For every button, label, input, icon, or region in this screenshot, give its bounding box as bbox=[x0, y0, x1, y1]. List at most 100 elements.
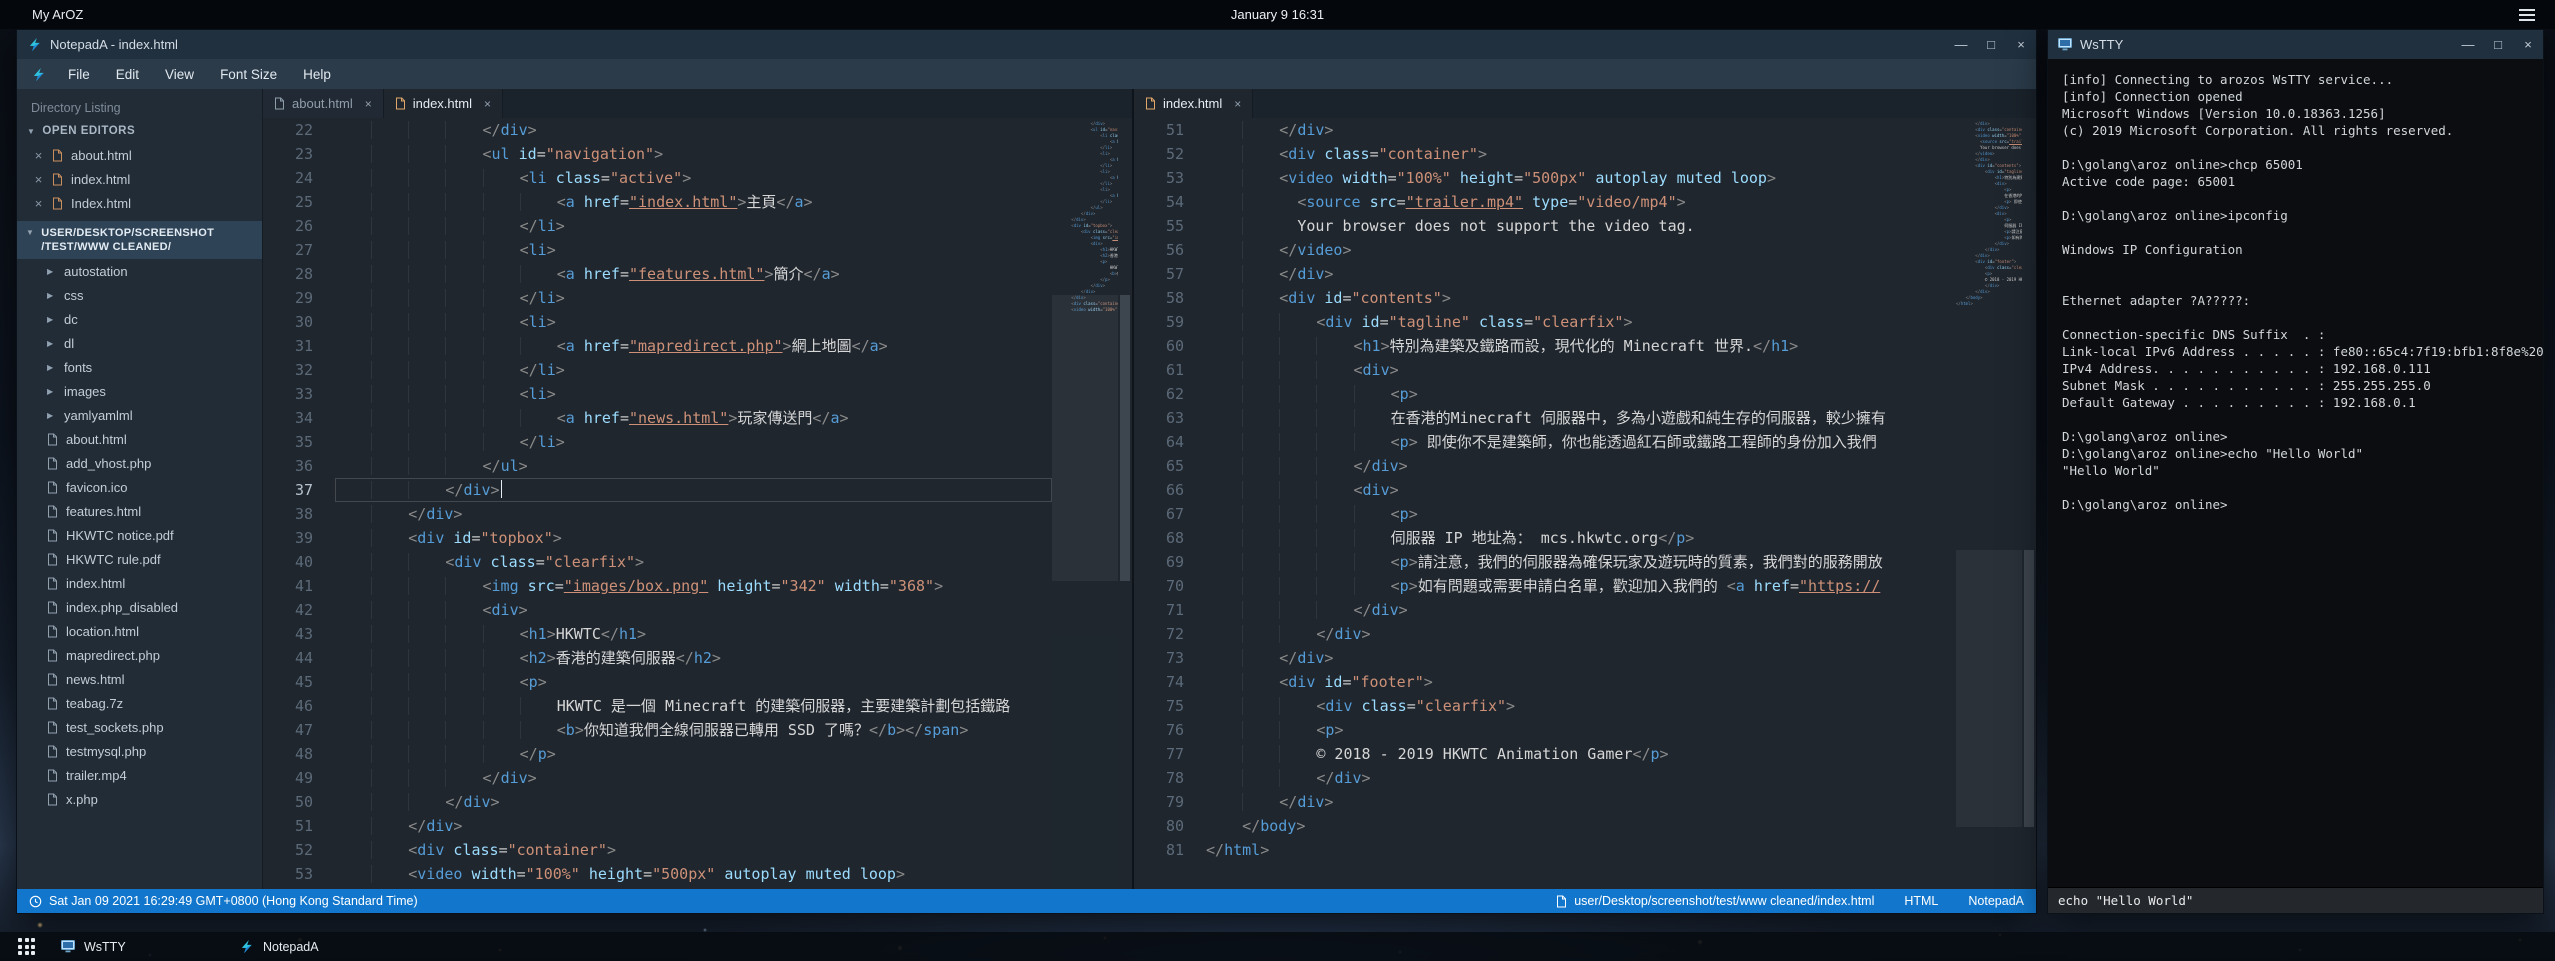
menu-help[interactable]: Help bbox=[291, 62, 343, 87]
sidebar-file-HKWTC-notice.pdf[interactable]: HKWTC notice.pdf bbox=[17, 523, 262, 547]
code-line[interactable]: <li> bbox=[335, 310, 1052, 334]
code-line[interactable]: <source src="trailer.mp4" type="video/mp… bbox=[1206, 190, 1956, 214]
notepada-titlebar[interactable]: NotepadA - index.html — □ × bbox=[17, 30, 2036, 59]
tab-index.html[interactable]: index.html× bbox=[384, 89, 503, 118]
code-line[interactable]: </div> bbox=[335, 766, 1052, 790]
code-line[interactable]: <div id="contents"> bbox=[1206, 286, 1956, 310]
status-file-path[interactable]: user/Desktop/screenshot/test/www cleaned… bbox=[1556, 894, 1874, 908]
sidebar-file-testmysql.php[interactable]: testmysql.php bbox=[17, 739, 262, 763]
code-line[interactable]: </body> bbox=[1206, 814, 1956, 838]
sidebar-file-test-sockets.php[interactable]: test_sockets.php bbox=[17, 715, 262, 739]
code-line[interactable]: HKWTC 是一個 Minecraft 的建築伺服器，主要建築計劃包括鐵路 bbox=[335, 694, 1052, 718]
code-line[interactable]: </video> bbox=[1206, 238, 1956, 262]
close-editor-icon[interactable]: × bbox=[33, 196, 44, 211]
sidebar-folder-yamlyamlml[interactable]: ▶yamlyamlml bbox=[17, 403, 262, 427]
code-line[interactable]: <p>請注意，我們的伺服器為確保玩家及遊玩時的質素，我們對的服務開放 bbox=[1206, 550, 1956, 574]
code-line[interactable]: </div> bbox=[1206, 118, 1956, 142]
code-line[interactable]: 伺服器 IP 地址為： mcs.hkwtc.org</p> bbox=[1206, 526, 1956, 550]
menu-view[interactable]: View bbox=[153, 62, 206, 87]
sidebar-folder-autostation[interactable]: ▶autostation bbox=[17, 259, 262, 283]
minimap-right[interactable]: </div> <div class="container"> <video wi… bbox=[1956, 118, 2022, 889]
code-line[interactable]: </div> bbox=[1206, 646, 1956, 670]
code-line[interactable]: <h1>HKWTC</h1> bbox=[335, 622, 1052, 646]
sidebar-file-news.html[interactable]: news.html bbox=[17, 667, 262, 691]
workspace-folder-header[interactable]: ▼ USER/DESKTOP/SCREENSHOT /TEST/WWW CLEA… bbox=[17, 221, 262, 259]
sidebar-file-trailer.mp4[interactable]: trailer.mp4 bbox=[17, 763, 262, 787]
code-line[interactable]: </div> bbox=[1206, 622, 1956, 646]
code-line[interactable]: © 2018 - 2019 HKWTC Animation Gamer</p> bbox=[1206, 742, 1956, 766]
code-line[interactable]: <li> bbox=[335, 382, 1052, 406]
code-line[interactable]: <li> bbox=[335, 238, 1052, 262]
taskbar-item-notepada[interactable]: NotepadA bbox=[227, 935, 405, 958]
status-app-name[interactable]: NotepadA bbox=[1968, 894, 2024, 908]
code-line[interactable]: </li> bbox=[335, 358, 1052, 382]
sidebar-folder-fonts[interactable]: ▶fonts bbox=[17, 355, 262, 379]
code-line[interactable]: <p> bbox=[335, 670, 1052, 694]
code-line[interactable]: 在香港的Minecraft 伺服器中，多為小遊戲和純生存的伺服器，較少擁有 bbox=[1206, 406, 1956, 430]
code-line[interactable]: <p> bbox=[1206, 382, 1956, 406]
code-line[interactable]: <div class="clearfix"> bbox=[1206, 694, 1956, 718]
code-line[interactable]: </div> bbox=[1206, 454, 1956, 478]
code-line[interactable]: <b>你知道我們全線伺服器已轉用 SSD 了嗎？</b></span> bbox=[335, 718, 1052, 742]
menu-file[interactable]: File bbox=[56, 62, 102, 87]
sidebar-folder-css[interactable]: ▶css bbox=[17, 283, 262, 307]
code-line[interactable]: <a href="index.html">主頁</a> bbox=[335, 190, 1052, 214]
open-editors-header[interactable]: ▼ OPEN EDITORS bbox=[17, 119, 262, 143]
code-line[interactable]: <a href="features.html">簡介</a> bbox=[335, 262, 1052, 286]
code-line[interactable]: <a href="mapredirect.php">網上地圖</a> bbox=[335, 334, 1052, 358]
sidebar-file-location.html[interactable]: location.html bbox=[17, 619, 262, 643]
code-line[interactable]: <li class="active"> bbox=[335, 166, 1052, 190]
close-editor-icon[interactable]: × bbox=[33, 172, 44, 187]
open-editor-item[interactable]: ×about.html bbox=[17, 143, 262, 167]
tab-index.html[interactable]: index.html× bbox=[1134, 89, 1253, 118]
code-line[interactable]: <div id="topbox"> bbox=[335, 526, 1052, 550]
code-area-right[interactable]: </div> <div class="container"> <video wi… bbox=[1206, 118, 1956, 889]
sidebar-file-HKWTC-rule.pdf[interactable]: HKWTC rule.pdf bbox=[17, 547, 262, 571]
code-line[interactable]: <video width="100%" height="500px" autop… bbox=[335, 862, 1052, 886]
maximize-button[interactable]: □ bbox=[2483, 30, 2513, 59]
code-line[interactable]: </li> bbox=[335, 214, 1052, 238]
sidebar-folder-images[interactable]: ▶images bbox=[17, 379, 262, 403]
sidebar-file-add-vhost.php[interactable]: add_vhost.php bbox=[17, 451, 262, 475]
code-line[interactable]: Your browser does not support the video … bbox=[1206, 214, 1956, 238]
code-line[interactable]: </div> bbox=[335, 118, 1052, 142]
code-line[interactable]: </div> bbox=[335, 814, 1052, 838]
menu-font-size[interactable]: Font Size bbox=[208, 62, 289, 87]
code-line[interactable]: <div> bbox=[335, 598, 1052, 622]
minimap-slider[interactable] bbox=[1956, 550, 2022, 828]
code-line[interactable]: </div> bbox=[1206, 766, 1956, 790]
code-line[interactable]: <div> bbox=[1206, 478, 1956, 502]
maximize-button[interactable]: □ bbox=[1976, 30, 2006, 59]
sidebar-file-features.html[interactable]: features.html bbox=[17, 499, 262, 523]
code-line[interactable]: <p> 即使你不是建築師，你也能透過紅石師或鐵路工程師的身份加入我們 bbox=[1206, 430, 1956, 454]
close-button[interactable]: × bbox=[2006, 30, 2036, 59]
code-area-left[interactable]: </div> <ul id="navigation"> <li class="a… bbox=[335, 118, 1052, 889]
code-line[interactable]: </div> bbox=[335, 478, 1052, 502]
code-line[interactable]: <h2>香港的建築伺服器</h2> bbox=[335, 646, 1052, 670]
open-editor-item[interactable]: ×Index.html bbox=[17, 191, 262, 215]
code-line[interactable]: <div> bbox=[1206, 358, 1956, 382]
hamburger-menu-icon[interactable] bbox=[2519, 9, 2535, 21]
app-launcher-icon[interactable] bbox=[18, 938, 35, 955]
sidebar-folder-dc[interactable]: ▶dc bbox=[17, 307, 262, 331]
code-line[interactable]: <div class="container"> bbox=[1206, 142, 1956, 166]
code-line[interactable]: </div> bbox=[335, 790, 1052, 814]
terminal-command-input[interactable] bbox=[2048, 887, 2543, 913]
tab-about.html[interactable]: about.html× bbox=[263, 89, 384, 118]
code-line[interactable]: </div> bbox=[335, 502, 1052, 526]
code-line[interactable]: <div class="container"> bbox=[335, 838, 1052, 862]
sidebar-file-index.php-disabled[interactable]: index.php_disabled bbox=[17, 595, 262, 619]
code-line[interactable]: <p> bbox=[1206, 718, 1956, 742]
code-line[interactable]: <ul id="navigation"> bbox=[335, 142, 1052, 166]
scrollbar-right[interactable] bbox=[2022, 118, 2036, 889]
code-line[interactable]: <video width="100%" height="500px" autop… bbox=[1206, 166, 1956, 190]
minimap-left[interactable]: </div> <ul id="navigation"> <li class="a… bbox=[1052, 118, 1118, 889]
minimize-button[interactable]: — bbox=[1946, 30, 1976, 59]
sidebar-file-mapredirect.php[interactable]: mapredirect.php bbox=[17, 643, 262, 667]
terminal-output[interactable]: [info] Connecting to arozos WsTTY servic… bbox=[2048, 59, 2543, 887]
scrollbar-left[interactable] bbox=[1118, 118, 1132, 889]
minimize-button[interactable]: — bbox=[2453, 30, 2483, 59]
code-line[interactable]: <h1>特別為建築及鐵路而設，現代化的 Minecraft 世界.</h1> bbox=[1206, 334, 1956, 358]
sidebar-file-x.php[interactable]: x.php bbox=[17, 787, 262, 811]
code-line[interactable]: <div id="footer"> bbox=[1206, 670, 1956, 694]
